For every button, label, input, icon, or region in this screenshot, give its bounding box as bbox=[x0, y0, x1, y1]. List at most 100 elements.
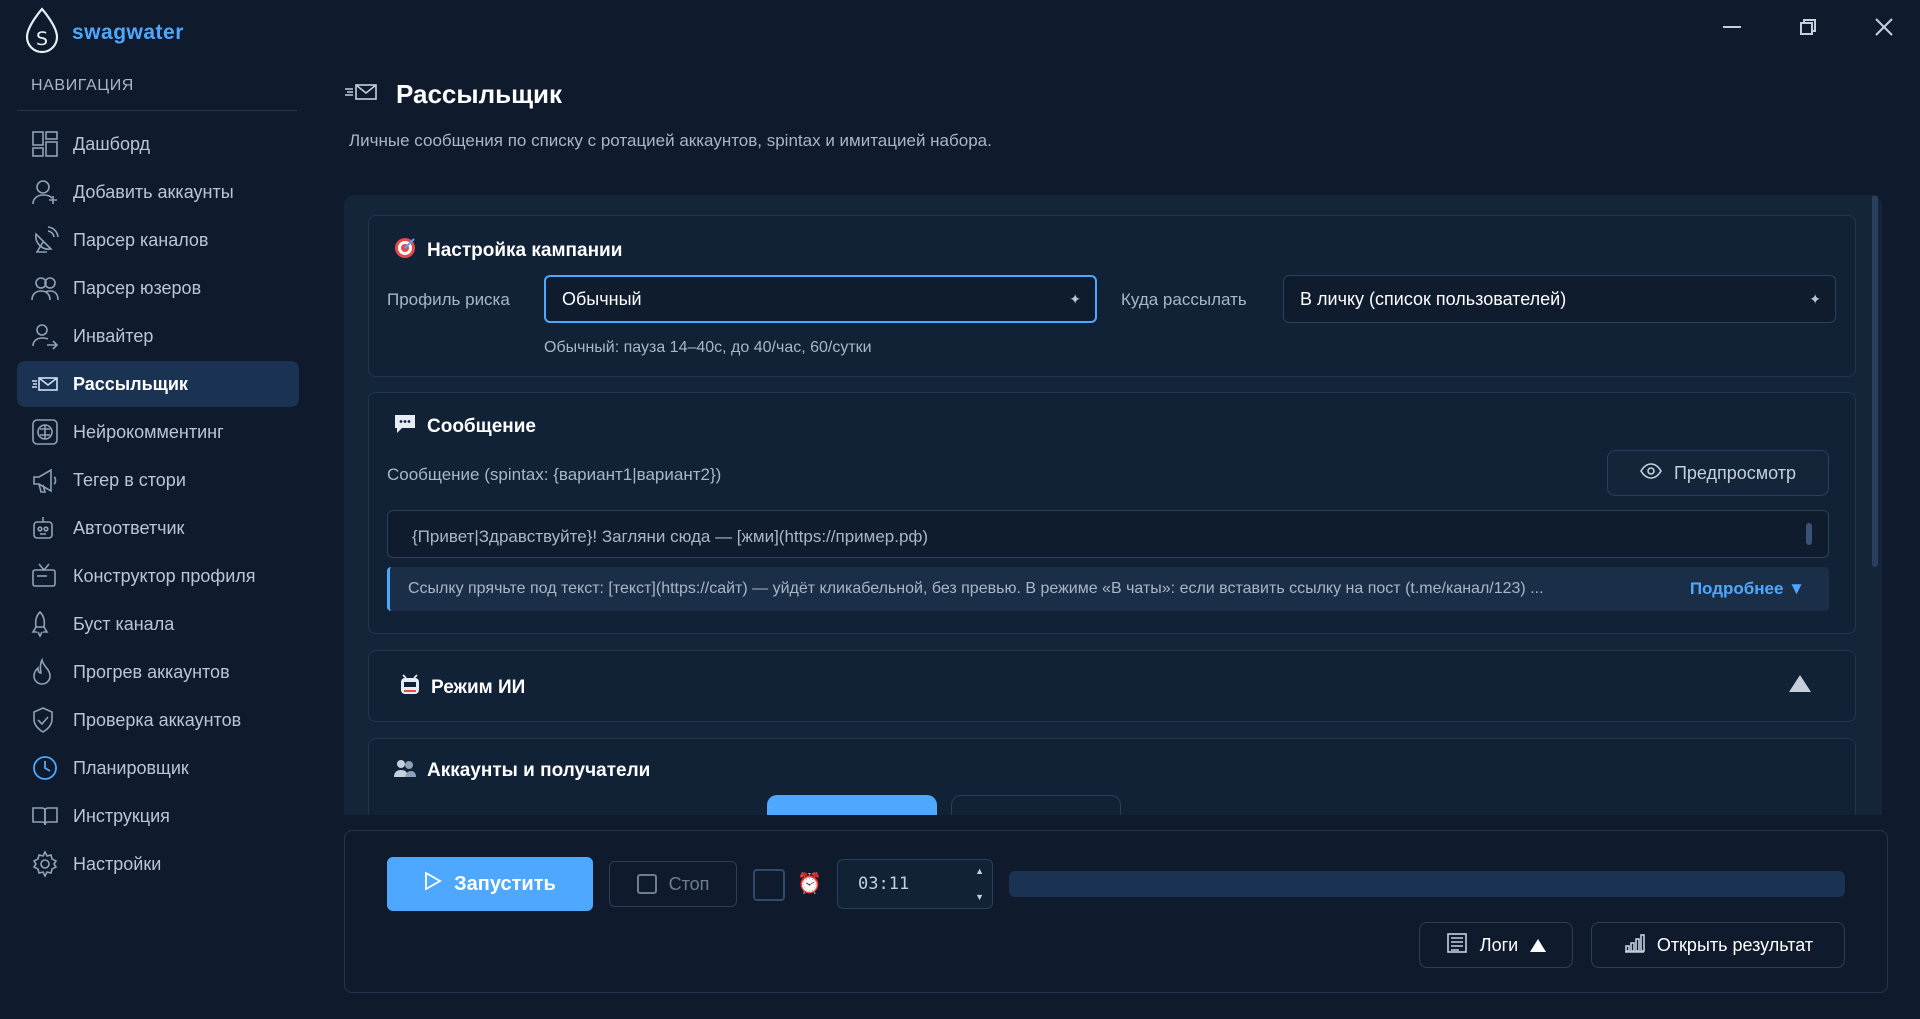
campaign-title: Настройка кампании bbox=[393, 236, 622, 266]
stop-square-icon bbox=[636, 874, 657, 894]
app-name: swagwater bbox=[72, 20, 184, 44]
message-title: Сообщение bbox=[393, 413, 536, 441]
logs-button[interactable]: Логи bbox=[1419, 922, 1573, 968]
sidebar-item-instructions[interactable]: Инструкция bbox=[17, 793, 299, 839]
bar-chart-icon bbox=[1623, 933, 1645, 958]
expand-triangle-icon bbox=[1530, 938, 1547, 952]
log-list-icon bbox=[1446, 932, 1468, 959]
risk-profile-select[interactable]: Обычный ✦ bbox=[544, 275, 1097, 323]
robot-icon bbox=[31, 514, 63, 542]
sidebar-item-label: Планировщик bbox=[73, 757, 189, 778]
page-subtitle: Личные сообщения по списку с ротацией ак… bbox=[349, 131, 992, 150]
spin-up-icon[interactable]: ▲ bbox=[975, 866, 984, 876]
message-card: Сообщение Сообщение (spintax: {вариант1|… bbox=[368, 392, 1856, 634]
sidebar-item-autoresponder[interactable]: Автоответчик bbox=[17, 505, 299, 551]
minimize-icon[interactable] bbox=[1720, 12, 1744, 42]
ai-mode-card[interactable]: Режим ИИ bbox=[368, 650, 1856, 722]
open-result-button[interactable]: Открыть результат bbox=[1591, 922, 1845, 968]
flame-icon bbox=[31, 658, 63, 686]
time-value: 03:11 bbox=[858, 874, 910, 894]
nav-list: Дашборд Добавить аккаунты Парсер каналов… bbox=[17, 121, 299, 889]
robot-face-icon bbox=[399, 673, 421, 703]
sidebar-item-neurocommenting[interactable]: Нейрокомментинг bbox=[17, 409, 299, 455]
rocket-icon bbox=[31, 610, 63, 638]
sidebar-item-scheduler[interactable]: Планировщик bbox=[17, 745, 299, 791]
envelope-icon bbox=[344, 78, 378, 111]
collapse-triangle-icon[interactable] bbox=[1789, 675, 1811, 692]
accounts-card: Аккаунты и получатели bbox=[368, 738, 1856, 815]
target-label: Куда рассылать bbox=[1121, 290, 1247, 309]
play-icon bbox=[424, 871, 442, 897]
nav-divider bbox=[17, 110, 297, 111]
sidebar-item-label: Проверка аккаунтов bbox=[73, 709, 242, 730]
chat-bubble-icon bbox=[393, 413, 417, 441]
sidebar-item-settings[interactable]: Настройки bbox=[17, 841, 299, 887]
users-icon bbox=[31, 274, 63, 302]
sidebar-item-label: Тегер в стори bbox=[73, 469, 186, 490]
sidebar-item-label: Буст канала bbox=[73, 613, 175, 634]
user-arrow-icon bbox=[31, 322, 63, 350]
alarm-clock-icon: ⏰ bbox=[797, 873, 822, 895]
panel-scrollbar[interactable] bbox=[1872, 195, 1878, 567]
book-icon bbox=[31, 802, 63, 830]
sidebar-item-mailer[interactable]: Рассыльщик bbox=[17, 361, 299, 407]
risk-profile-label: Профиль риска bbox=[387, 290, 510, 309]
mode-tab-active[interactable] bbox=[767, 795, 937, 815]
sidebar-item-warmup[interactable]: Прогрев аккаунтов bbox=[17, 649, 299, 695]
link-info-text: Ссылку прячьте под текст: [текст](https:… bbox=[408, 580, 1544, 597]
sidebar-item-account-check[interactable]: Проверка аккаунтов bbox=[17, 697, 299, 743]
sidebar-item-story-tagger[interactable]: Тегер в стори bbox=[17, 457, 299, 503]
message-textarea[interactable]: {Привет|Здравствуйте}! Загляни сюда — [ж… bbox=[387, 510, 1829, 558]
sidebar-item-profile-builder[interactable]: Конструктор профиля bbox=[17, 553, 299, 599]
sidebar-item-label: Парсер юзеров bbox=[73, 277, 202, 298]
envelope-icon bbox=[31, 370, 63, 398]
sidebar-item-add-accounts[interactable]: Добавить аккаунты bbox=[17, 169, 299, 215]
spin-down-icon[interactable]: ▼ bbox=[975, 892, 984, 902]
preview-button[interactable]: Предпросмотр bbox=[1607, 450, 1829, 496]
campaign-card: Настройка кампании Профиль риска Обычный… bbox=[368, 215, 1856, 377]
page-header: Рассыльщик bbox=[344, 78, 562, 111]
time-input[interactable]: 03:11 ▲ ▼ bbox=[837, 859, 993, 909]
ai-mode-title: Режим ИИ bbox=[399, 673, 525, 703]
sidebar-item-channel-boost[interactable]: Буст канала bbox=[17, 601, 299, 647]
brain-icon bbox=[31, 418, 63, 446]
sidebar-item-label: Добавить аккаунты bbox=[73, 181, 234, 202]
mode-tab[interactable] bbox=[951, 795, 1121, 815]
textarea-scrollbar[interactable] bbox=[1806, 523, 1812, 545]
sidebar-item-label: Парсер каналов bbox=[73, 229, 209, 250]
satellite-icon bbox=[31, 226, 63, 254]
link-info-bar: Ссылку прячьте под текст: [текст](https:… bbox=[387, 567, 1829, 611]
content-panel: Настройка кампании Профиль риска Обычный… bbox=[344, 195, 1882, 815]
more-link[interactable]: Подробнее ▼ bbox=[1690, 579, 1805, 599]
clock-icon bbox=[31, 754, 63, 782]
sidebar-item-user-parser[interactable]: Парсер юзеров bbox=[17, 265, 299, 311]
schedule-checkbox[interactable] bbox=[753, 869, 785, 901]
restore-icon[interactable] bbox=[1796, 12, 1820, 42]
risk-hint: Обычный: пауза 14–40с, до 40/час, 60/сут… bbox=[544, 339, 872, 356]
sidebar-item-label: Дашборд bbox=[73, 133, 151, 154]
stop-button[interactable]: Стоп bbox=[609, 861, 737, 907]
shield-icon bbox=[31, 706, 63, 734]
chevron-updown-icon: ✦ bbox=[1809, 290, 1821, 307]
svg-text:S: S bbox=[36, 28, 48, 50]
progress-bar bbox=[1009, 871, 1845, 897]
run-button[interactable]: Запустить bbox=[387, 857, 593, 911]
window-controls bbox=[1720, 12, 1896, 42]
control-bar: Запустить Стоп ⏰ 03:11 ▲ ▼ Логи Открыть … bbox=[344, 830, 1888, 993]
message-text: {Привет|Здравствуйте}! Загляни сюда — [ж… bbox=[412, 527, 929, 546]
sidebar-item-label: Инструкция bbox=[73, 805, 170, 826]
sidebar-item-label: Настройки bbox=[73, 853, 162, 874]
accounts-title: Аккаунты и получатели bbox=[393, 757, 650, 785]
sidebar-item-channel-parser[interactable]: Парсер каналов bbox=[17, 217, 299, 263]
sidebar-item-label: Инвайтер bbox=[73, 325, 154, 346]
dashboard-icon bbox=[31, 130, 63, 158]
target-select[interactable]: В личку (список пользователей) ✦ bbox=[1283, 275, 1836, 323]
page-title: Рассыльщик bbox=[396, 79, 563, 109]
sidebar-item-label: Нейрокомментинг bbox=[73, 421, 224, 442]
sidebar-item-inviter[interactable]: Инвайтер bbox=[17, 313, 299, 359]
sidebar-item-dashboard[interactable]: Дашборд bbox=[17, 121, 299, 167]
close-icon[interactable] bbox=[1872, 12, 1896, 42]
nav-title: НАВИГАЦИЯ bbox=[31, 77, 134, 94]
megaphone-icon bbox=[31, 466, 63, 494]
chevron-updown-icon: ✦ bbox=[1069, 290, 1081, 307]
